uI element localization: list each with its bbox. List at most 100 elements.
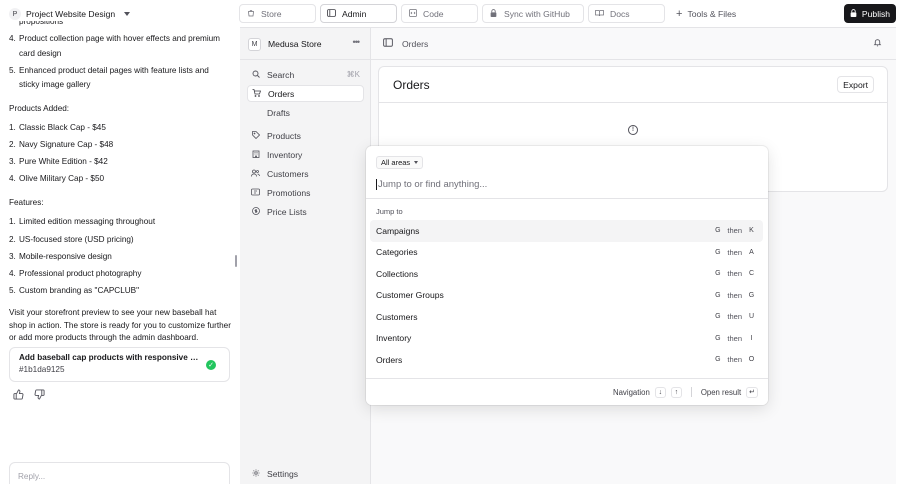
then-label: then xyxy=(727,269,742,279)
tab-docs[interactable]: Docs xyxy=(588,4,665,23)
palette-item-campaigns[interactable]: Campaigns Gthen K xyxy=(370,220,763,242)
currency-icon xyxy=(251,206,260,217)
shortcut: Gthen C xyxy=(712,268,757,279)
store-name: Medusa Store xyxy=(268,39,322,49)
list-number: 5. xyxy=(9,285,16,295)
list-number: 1. xyxy=(9,217,16,227)
tools-files-button[interactable]: + Tools & Files xyxy=(676,4,736,23)
palette-results: Campaigns Gthen K Categories Gthen A Colle… xyxy=(370,220,763,378)
tab-label: Code xyxy=(423,8,444,19)
list-item: 2. Navy Signature Cap - $48 xyxy=(9,138,231,153)
sidebar-item-label: Settings xyxy=(267,468,299,479)
users-icon xyxy=(251,169,260,179)
key: G xyxy=(715,356,721,364)
shortcut: Gthen I xyxy=(712,333,757,344)
sidebar-item-customers[interactable]: Customers xyxy=(247,165,364,182)
sidebar-toggle-icon[interactable] xyxy=(383,38,393,49)
project-selector[interactable]: P Project Website Design xyxy=(9,7,131,21)
shortcut: Gthen U xyxy=(712,311,757,322)
plus-icon: + xyxy=(676,7,683,20)
palette-search-input[interactable]: Jump to or find anything... xyxy=(376,177,756,191)
store-switcher[interactable]: M Medusa Store ••• xyxy=(248,37,363,51)
lock-icon xyxy=(489,8,498,19)
info-icon: ! xyxy=(628,125,638,135)
gear-icon xyxy=(251,469,260,479)
products-heading: Products Added: xyxy=(9,103,70,113)
shortcut: Gthen G xyxy=(712,290,757,301)
list-item: 4. Product collection page with hover eff… xyxy=(9,32,231,61)
tab-label: Sync with GitHub xyxy=(504,8,570,19)
tab-sync-github[interactable]: Sync with GitHub xyxy=(482,4,584,23)
sidebar-item-inventory[interactable]: Inventory xyxy=(247,146,364,163)
sidebar-item-price-lists[interactable]: Price Lists xyxy=(247,203,364,220)
list-number: 4. xyxy=(9,268,16,278)
commit-title: Add baseball cap products with responsiv… xyxy=(19,353,199,362)
key: K xyxy=(749,227,754,235)
chat-messages: propositions 4. Product collection page w… xyxy=(9,15,231,345)
list-text: Mobile-responsive design xyxy=(19,251,112,261)
commit-card[interactable]: Add baseball cap products with responsiv… xyxy=(9,347,230,382)
area-filter-dropdown[interactable]: All areas xyxy=(376,156,424,169)
palette-item-orders[interactable]: Orders Gthen O xyxy=(370,349,763,371)
commit-hash: #1b1da9125 xyxy=(19,365,65,374)
navigation-label: Navigation xyxy=(612,387,650,397)
then-label: then xyxy=(727,355,742,365)
list-item: 5. Enhanced product detail pages with fea… xyxy=(9,64,231,93)
store-avatar: M xyxy=(248,37,261,51)
palette-item-customer-groups[interactable]: Customer Groups Gthen G xyxy=(370,285,763,307)
palette-item-customers[interactable]: Customers Gthen U xyxy=(370,306,763,328)
open-result-label: Open result xyxy=(700,387,742,397)
then-label: then xyxy=(727,312,742,322)
sidebar-item-promotions[interactable]: Promotions xyxy=(247,184,364,201)
project-title: Project Website Design xyxy=(26,9,116,19)
list-text: US-focused store (USD pricing) xyxy=(19,234,134,244)
palette-item-collections[interactable]: Collections Gthen C xyxy=(370,263,763,285)
admin-sidebar: M Medusa Store ••• Search ⌘K Orders Draf… xyxy=(240,28,371,484)
key: G xyxy=(715,334,721,342)
check-circle-icon: ✓ xyxy=(206,360,216,370)
key: G xyxy=(715,291,721,299)
chat-panel: propositions 4. Product collection page w… xyxy=(0,0,240,484)
code-icon xyxy=(408,8,417,19)
enter-key: ↵ xyxy=(746,386,758,398)
tab-store[interactable]: Store xyxy=(239,4,316,23)
breadcrumb-item[interactable]: Orders xyxy=(402,39,428,49)
key: A xyxy=(749,248,754,256)
divider xyxy=(366,198,768,199)
key: G xyxy=(715,313,721,321)
search-placeholder: Jump to or find anything... xyxy=(378,178,488,190)
publish-label: Publish xyxy=(861,8,891,19)
tab-code[interactable]: Code xyxy=(401,4,478,23)
panel-resize-handle[interactable] xyxy=(235,255,237,267)
key: G xyxy=(715,248,721,256)
tab-admin[interactable]: Admin xyxy=(320,4,397,23)
thumbs-down-icon[interactable] xyxy=(34,389,45,403)
chevron-down-icon xyxy=(414,161,419,164)
features-heading: Features: xyxy=(9,197,44,207)
reply-input[interactable]: Reply... xyxy=(9,462,230,484)
palette-item-inventory[interactable]: Inventory Gthen I xyxy=(370,328,763,350)
divider xyxy=(371,59,896,60)
list-number: 5. xyxy=(9,65,16,75)
sidebar-item-search[interactable]: Search ⌘K xyxy=(247,66,364,83)
list-text: Pure White Edition - $42 xyxy=(19,157,108,167)
sidebar-item-products[interactable]: Products xyxy=(247,127,364,144)
list-item: 1. Classic Black Cap - $45 xyxy=(9,121,231,136)
list-number: 1. xyxy=(9,123,16,133)
export-button[interactable]: Export xyxy=(837,76,874,93)
thumbs-up-icon[interactable] xyxy=(13,389,24,403)
sidebar-item-drafts[interactable]: Drafts xyxy=(247,104,364,121)
publish-button[interactable]: Publish xyxy=(844,4,896,23)
sidebar-item-orders[interactable]: Orders xyxy=(247,85,364,102)
sidebar-item-settings[interactable]: Settings xyxy=(247,465,364,482)
palette-item-label: Inventory xyxy=(376,333,412,344)
key: G xyxy=(715,270,721,278)
list-item: 5. Custom branding as "CAPCLUB" xyxy=(9,284,231,299)
list-text: Navy Signature Cap - $48 xyxy=(19,140,114,150)
palette-item-categories[interactable]: Categories Gthen A xyxy=(370,242,763,264)
palette-item-clipped[interactable]: GthenP xyxy=(370,371,763,378)
key: G xyxy=(748,291,755,299)
list-text: Olive Military Cap - $50 xyxy=(19,174,105,184)
bell-icon[interactable] xyxy=(873,38,882,49)
more-dots-icon[interactable]: ••• xyxy=(353,37,361,47)
